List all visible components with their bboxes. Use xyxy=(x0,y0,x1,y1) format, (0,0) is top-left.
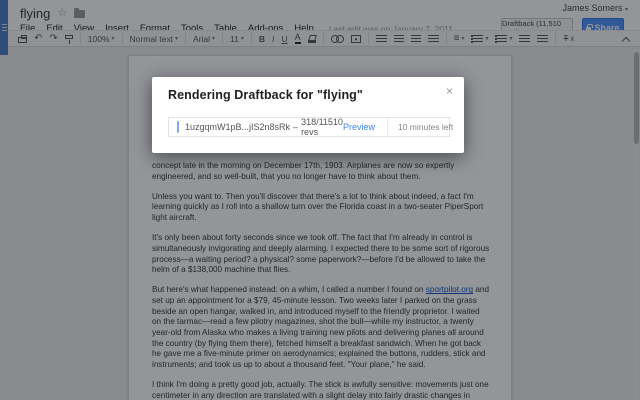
job-doc-id: 1uzgqmW1pB...jIS2n8sRk xyxy=(185,122,291,132)
google-docs-window: flying ☆ File Edit View Insert Format To… xyxy=(0,0,640,400)
separator: – xyxy=(293,122,299,132)
dialog-title: Rendering Draftback for "flying" xyxy=(168,88,363,102)
document-file-icon xyxy=(177,121,179,133)
close-icon[interactable]: × xyxy=(446,85,453,97)
modal-overlay[interactable] xyxy=(0,0,640,400)
render-job-row: 1uzgqmW1pB...jIS2n8sRk – 318/11510 revs … xyxy=(168,117,453,137)
preview-link[interactable]: Preview xyxy=(343,122,375,132)
time-remaining: 10 minutes left xyxy=(386,118,461,136)
draftback-rendering-dialog: Rendering Draftback for "flying" × 1uzgq… xyxy=(152,77,464,153)
job-progress: 318/11510 revs xyxy=(301,117,343,137)
